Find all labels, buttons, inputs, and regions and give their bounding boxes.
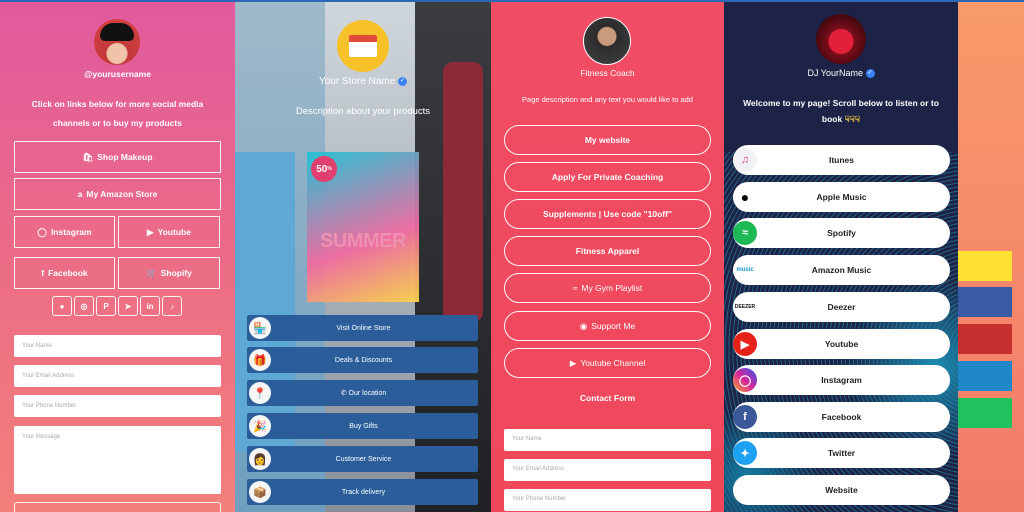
deals-discounts-button[interactable]: 🎁 Deals & Discounts (247, 347, 478, 373)
panel-store: Your Store Name ✓ Description about your… (235, 2, 491, 512)
track-delivery-button[interactable]: 📦 Track delivery (247, 479, 478, 505)
facebook-icon: f (733, 405, 757, 429)
panel-fitness-coach: Fitness Coach Page description and any t… (491, 2, 724, 512)
amazon-icon: a (77, 189, 83, 199)
pointing-hand-icon: ☟☟☟ (844, 114, 861, 124)
color-swatch-yellow[interactable] (958, 251, 1012, 281)
facebook-button[interactable]: f Facebook (733, 402, 950, 432)
youtube-icon: ▶ (147, 226, 154, 237)
itunes-button[interactable]: ♫ Itunes (733, 145, 950, 175)
amazon-music-icon: music (733, 258, 757, 282)
instagram-button[interactable]: ◯ Instagram (14, 216, 115, 248)
pinterest-icon[interactable]: P (96, 296, 116, 316)
deezer-button[interactable]: DEEZER Deezer (733, 292, 950, 322)
verified-badge-icon: ✓ (398, 76, 408, 86)
youtube-button[interactable]: ▶ Youtube (733, 329, 950, 359)
gifts-icon: 🎉 (249, 415, 271, 437)
send-button[interactable] (14, 502, 221, 512)
shopify-icon: 🛒 (146, 267, 157, 278)
email-field[interactable]: Your Email Address (504, 459, 711, 481)
itunes-icon: ♫ (733, 148, 757, 172)
apple-icon: ● (733, 185, 757, 209)
avatar (94, 19, 140, 65)
phone-field[interactable]: Your Phone Number (504, 489, 711, 511)
private-coaching-button[interactable]: Apply For Private Coaching (504, 162, 711, 192)
panel-dj: DJ YourName ✓ Welcome to my page! Scroll… (724, 2, 958, 512)
username: @yourusername (84, 69, 151, 79)
package-icon: 📦 (249, 481, 271, 503)
dribbble-icon[interactable]: ◎ (74, 296, 94, 316)
youtube-icon: ▶ (733, 332, 757, 356)
amazon-store-button[interactable]: a My Amazon Store (14, 178, 221, 210)
shopping-bag-icon: 🛍 (82, 151, 94, 162)
website-button[interactable]: Website (733, 475, 950, 505)
store-name: Your Store Name ✓ (318, 76, 408, 87)
panel-social-profile: @yourusername Click on links below for m… (0, 2, 235, 512)
telegram-icon[interactable]: ➤ (118, 296, 138, 316)
avatar (816, 14, 866, 64)
linkedin-icon[interactable]: in (140, 296, 160, 316)
page-title: Fitness Coach (580, 68, 635, 78)
store-icon: 🏪 (249, 317, 271, 339)
instagram-icon: ◯ (37, 226, 47, 237)
twitter-button[interactable]: ✦ Twitter (733, 438, 950, 468)
spotify-icon: ≈ (733, 221, 757, 245)
deezer-icon: DEEZER (733, 295, 757, 319)
gift-bag-icon: 🎁 (249, 349, 271, 371)
shop-makeup-button[interactable]: 🛍 Shop Makeup (14, 141, 221, 173)
dj-name: DJ YourName ✓ (807, 68, 875, 79)
spotify-icon: ≈ (572, 283, 578, 293)
instagram-icon: ◯ (733, 368, 757, 392)
facebook-button[interactable]: f Facebook (14, 257, 115, 289)
verified-badge-icon: ✓ (865, 69, 875, 79)
store-description: Description about your products (295, 106, 431, 117)
support-agent-icon: 👩 (249, 448, 271, 470)
visit-online-store-button[interactable]: 🏪 Visit Online Store (247, 315, 478, 341)
youtube-icon: ▶ (569, 357, 577, 368)
color-swatch-green[interactable] (958, 398, 1012, 428)
contact-form-title: Contact Form (579, 393, 636, 403)
instagram-button[interactable]: ◯ Instagram (733, 365, 950, 395)
fitness-apparel-button[interactable]: Fitness Apparel (504, 236, 711, 266)
youtube-button[interactable]: ▶ Youtube (118, 216, 220, 248)
store-icon (337, 20, 389, 72)
phone-icon: ✆ (340, 390, 349, 397)
facebook-icon: f (41, 268, 45, 278)
customer-service-button[interactable]: 👩 Customer Service (247, 446, 478, 472)
patreon-icon: ◉ (579, 320, 588, 331)
our-location-button[interactable]: 📍 ✆ Our location (247, 380, 478, 406)
message-field[interactable]: Your Message (14, 426, 221, 494)
name-field[interactable]: Your Name (504, 429, 711, 451)
page-description: Welcome to my page! Scroll below to list… (743, 98, 939, 124)
promo-badge: 50% (311, 156, 337, 182)
apple-music-button[interactable]: ● Apple Music (733, 182, 950, 212)
color-swatch-blue[interactable] (958, 287, 1012, 317)
name-field[interactable]: Your Name (14, 335, 221, 357)
amazon-music-button[interactable]: music Amazon Music (733, 255, 950, 285)
discord-icon[interactable]: ● (52, 296, 72, 316)
shopify-button[interactable]: 🛒 Shopify (118, 257, 220, 289)
promo-graphic: 50% SUMMER (307, 152, 419, 302)
youtube-channel-button[interactable]: ▶ Youtube Channel (504, 348, 711, 378)
phone-field[interactable]: Your Phone Number (14, 395, 221, 417)
support-me-button[interactable]: ◉ Support Me (504, 311, 711, 341)
location-icon: 📍 (249, 382, 271, 404)
color-swatch-red[interactable] (958, 324, 1012, 354)
email-field[interactable]: Your Email Address (14, 365, 221, 387)
color-swatch-sky[interactable] (958, 361, 1012, 391)
tiktok-icon[interactable]: ♪ (162, 296, 182, 316)
my-website-button[interactable]: My website (504, 125, 711, 155)
promo-text: SUMMER (320, 230, 406, 252)
supplements-button[interactable]: Supplements | Use code "10off" (504, 199, 711, 229)
buy-gifts-button[interactable]: 🎉 Buy Gifts (247, 413, 478, 439)
gym-playlist-button[interactable]: ≈ My Gym Playlist (504, 273, 711, 303)
twitter-icon: ✦ (733, 441, 757, 465)
spotify-button[interactable]: ≈ Spotify (733, 218, 950, 248)
page-description: Page description and any text you would … (522, 95, 693, 104)
avatar (583, 17, 631, 65)
page-description: Click on links below for more social med… (31, 99, 204, 128)
